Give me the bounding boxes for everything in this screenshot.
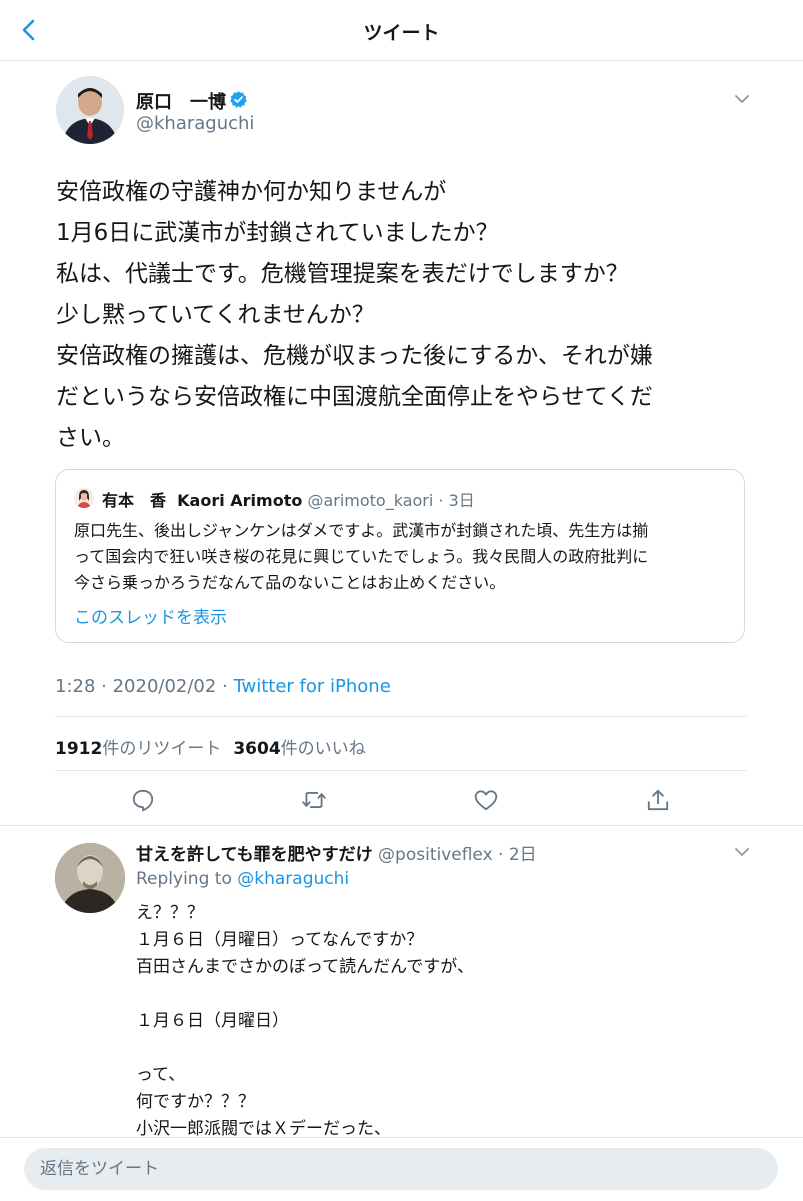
reply-composer-bar <box>0 1137 803 1201</box>
divider <box>0 825 803 826</box>
tweet-timestamp: 1:28 · 2020/02/02 · <box>55 676 234 697</box>
quoted-author-avatar <box>74 488 94 508</box>
page-title: ツイート <box>363 22 440 44</box>
likes-count: 3604 <box>233 739 281 759</box>
reply-text-line <box>136 1035 736 1062</box>
tweet-text-line: 安倍政権の守護神か何か知りませんが <box>56 179 447 205</box>
reply-text-line: って、 <box>136 1065 186 1085</box>
reply-text-line: え？？？ <box>136 903 204 923</box>
reply-icon[interactable] <box>130 787 156 813</box>
tweet-text: 安倍政権の守護神か何か知りませんが 1月6日に武漢市が封鎖されていましたか？ 私… <box>56 172 746 459</box>
reply-author-photo <box>55 843 125 913</box>
retweets-count: 1912 <box>55 739 103 759</box>
verified-badge-icon <box>230 91 247 108</box>
chevron-down-icon[interactable] <box>733 90 751 108</box>
share-icon[interactable] <box>645 787 671 813</box>
divider <box>55 770 747 771</box>
tweet-text-line: 安倍政権の擁護は、危機が収まった後にするか、それが嫌 <box>56 343 653 369</box>
tweet-text-line: 1月6日に武漢市が封鎖されていましたか？ <box>56 220 499 246</box>
reply-author-handle[interactable]: @positiveflex · 2日 <box>378 845 537 865</box>
divider <box>55 716 747 717</box>
tweet-text-line: だというなら安倍政権に中国渡航全面停止をやらせてくだ <box>56 384 653 410</box>
reply-header: 甘えを許しても罪を肥やすだけ @positiveflex · 2日 <box>136 840 537 865</box>
show-thread-link[interactable]: このスレッドを表示 <box>74 603 227 628</box>
reply-author-avatar[interactable] <box>55 843 125 913</box>
quoted-author-handle: @arimoto_kaori · 3日 <box>307 491 475 510</box>
reply-text-line: 何ですか？？？ <box>136 1092 255 1112</box>
author-avatar[interactable] <box>56 76 124 144</box>
likes-label: 件のいいね <box>280 739 366 759</box>
retweet-icon[interactable] <box>301 787 327 813</box>
tweet-text-line: 私は、代議士です。危機管理提案を表だけでしますか？ <box>56 261 629 287</box>
quoted-author-name: 有本 香 Kaori Arimoto <box>102 491 303 510</box>
reply-text-line: １月６日（月曜日）ってなんですか？ <box>136 930 424 950</box>
quoted-text-line: って国会内で狂い咲き桜の花見に興じていたでしょう。我々民間人の政府批判に <box>74 547 649 566</box>
author-handle[interactable]: @kharaguchi <box>136 113 254 134</box>
tweet-source-link[interactable]: Twitter for iPhone <box>234 676 391 697</box>
reply-author-name[interactable]: 甘えを許しても罪を肥やすだけ <box>136 845 373 865</box>
quoted-author-photo <box>74 488 94 508</box>
reply-input[interactable] <box>24 1148 778 1190</box>
replying-to-handle[interactable]: @kharaguchi <box>237 869 349 889</box>
quoted-tweet-card[interactable]: 有本 香 Kaori Arimoto @arimoto_kaori · 3日 原… <box>55 469 745 643</box>
quoted-text-line: 原口先生、後出しジャンケンはダメですよ。武漢市が封鎖された頃、先生方は揃 <box>74 521 649 540</box>
replying-to: Replying to @kharaguchi <box>136 869 349 889</box>
tweet-meta: 1:28 · 2020/02/02 · Twitter for iPhone <box>55 676 391 697</box>
author-photo <box>56 76 124 144</box>
reply-text-line <box>136 981 736 1008</box>
tweet-stats: 1912件のリツイート 3604件のいいね <box>55 734 366 759</box>
reply-text-line: 百田さんまでさかのぼって読んだんですが、 <box>136 957 474 977</box>
quoted-header: 有本 香 Kaori Arimoto @arimoto_kaori · 3日 <box>102 487 475 511</box>
quoted-tweet-text: 原口先生、後出しジャンケンはダメですよ。武漢市が封鎖された頃、先生方は揃 って国… <box>74 518 734 596</box>
nav-bar: ツイート <box>0 0 803 61</box>
tweet-text-line: 少し黙っていてくれませんか？ <box>56 302 375 328</box>
retweets-label: 件のリツイート <box>102 739 222 759</box>
retweets-stat[interactable]: 1912件のリツイート <box>55 739 221 759</box>
like-icon[interactable] <box>473 787 499 813</box>
quoted-text-line: 今さら乗っかろうだなんて品のないことはお止めください。 <box>74 573 506 592</box>
reply-text: え？？？ １月６日（月曜日）ってなんですか？ 百田さんまでさかのぼって読んだんで… <box>136 900 736 1143</box>
author-name[interactable]: 原口 一博 <box>136 88 226 114</box>
chevron-down-icon[interactable] <box>733 843 751 861</box>
replying-to-label: Replying to <box>136 869 238 889</box>
tweet-text-line: さい。 <box>56 425 125 451</box>
likes-stat[interactable]: 3604件のいいね <box>233 739 365 759</box>
reply-text-line: １月６日（月曜日） <box>136 1011 289 1031</box>
